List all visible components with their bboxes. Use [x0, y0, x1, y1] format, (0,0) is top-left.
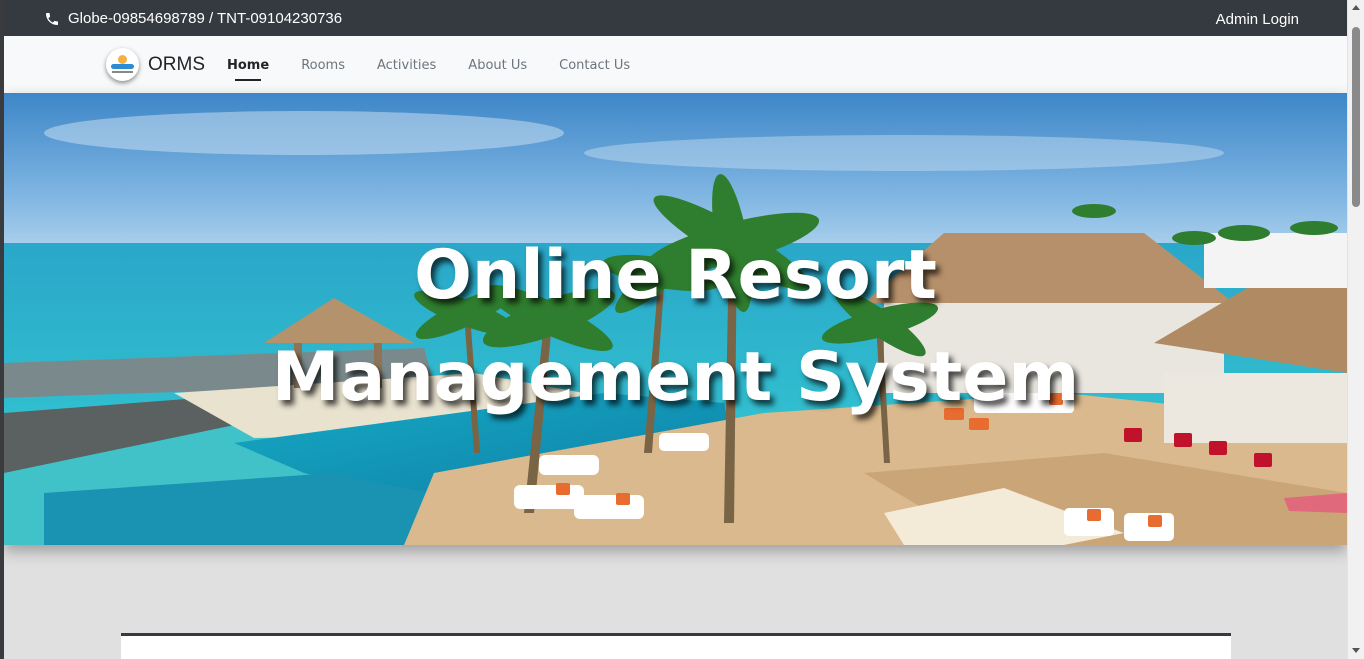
nav-contact-us[interactable]: Contact Us	[559, 58, 630, 73]
contact-info: Globe-09854698789 / TNT-09104230736	[44, 10, 342, 27]
resort-logo	[106, 48, 139, 81]
scroll-down-icon[interactable]	[1352, 648, 1360, 653]
admin-login-link[interactable]: Admin Login	[1216, 11, 1299, 28]
top-contact-bar: Globe-09854698789 / TNT-09104230736 Admi…	[4, 0, 1347, 36]
main-navbar: ORMS Home Rooms Activities About Us Cont…	[4, 36, 1347, 93]
vertical-scrollbar[interactable]	[1347, 0, 1364, 659]
scrollbar-thumb[interactable]	[1352, 27, 1360, 207]
browser-viewport: Globe-09854698789 / TNT-09104230736 Admi…	[4, 0, 1347, 659]
nav-activities[interactable]: Activities	[377, 58, 436, 73]
nav-rooms[interactable]: Rooms	[301, 58, 345, 73]
scroll-up-icon[interactable]	[1352, 5, 1360, 10]
contact-numbers: Globe-09854698789 / TNT-09104230736	[68, 10, 343, 27]
phone-icon	[46, 12, 58, 25]
nav-links: Home Rooms Activities About Us Contact U…	[227, 58, 662, 81]
brand[interactable]: ORMS	[106, 48, 205, 81]
content-card	[121, 633, 1231, 659]
nav-home[interactable]: Home	[227, 58, 269, 81]
hero-banner: Online Resort Management System	[4, 93, 1347, 545]
hero-title: Online Resort Management System	[271, 236, 1080, 417]
brand-name: ORMS	[148, 53, 205, 75]
nav-about-us[interactable]: About Us	[468, 58, 527, 73]
